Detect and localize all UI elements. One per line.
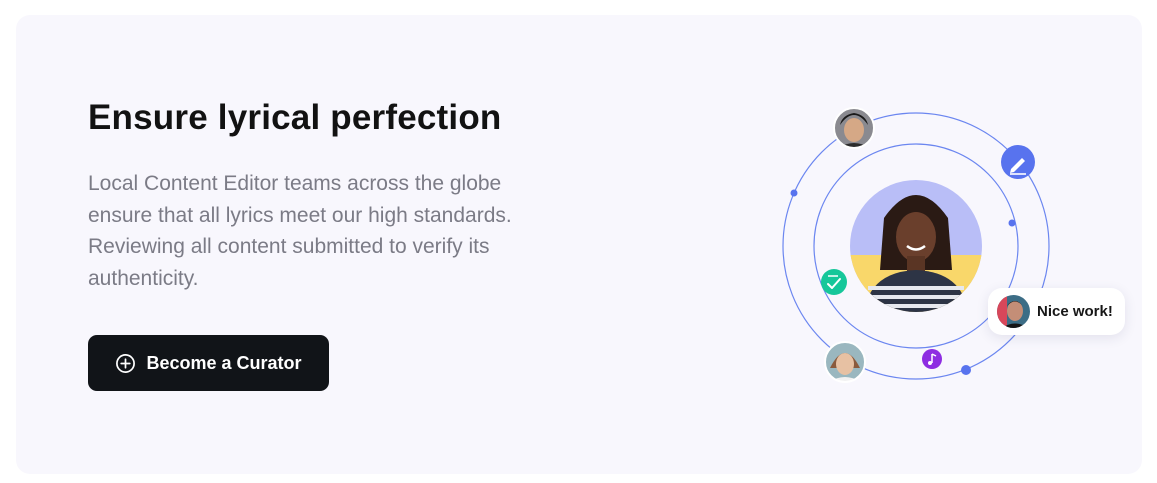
pencil-icon [1001, 145, 1035, 179]
become-curator-label: Become a Curator [146, 352, 302, 373]
nice-work-bubble: Nice work! [988, 288, 1125, 335]
orbit-dot [961, 365, 971, 375]
plus-circle-icon [116, 353, 136, 373]
hero-description: Local Content Editor teams across the gl… [88, 172, 512, 290]
bubble-avatar [997, 295, 1030, 328]
bubble-text: Nice work! [1037, 303, 1113, 320]
orbit-dot [790, 189, 798, 197]
hero-title: Ensure lyrical perfection [88, 98, 502, 137]
hero-card: Ensure lyrical perfection Local Content … [16, 15, 1142, 474]
main-avatar [850, 180, 982, 312]
curator-orbit-illustration: Nice work! [766, 100, 1136, 420]
become-curator-button[interactable]: Become a Curator [88, 335, 329, 391]
check-list-icon [821, 269, 847, 295]
music-note-icon [922, 349, 942, 369]
orbit-dot [1008, 219, 1016, 227]
